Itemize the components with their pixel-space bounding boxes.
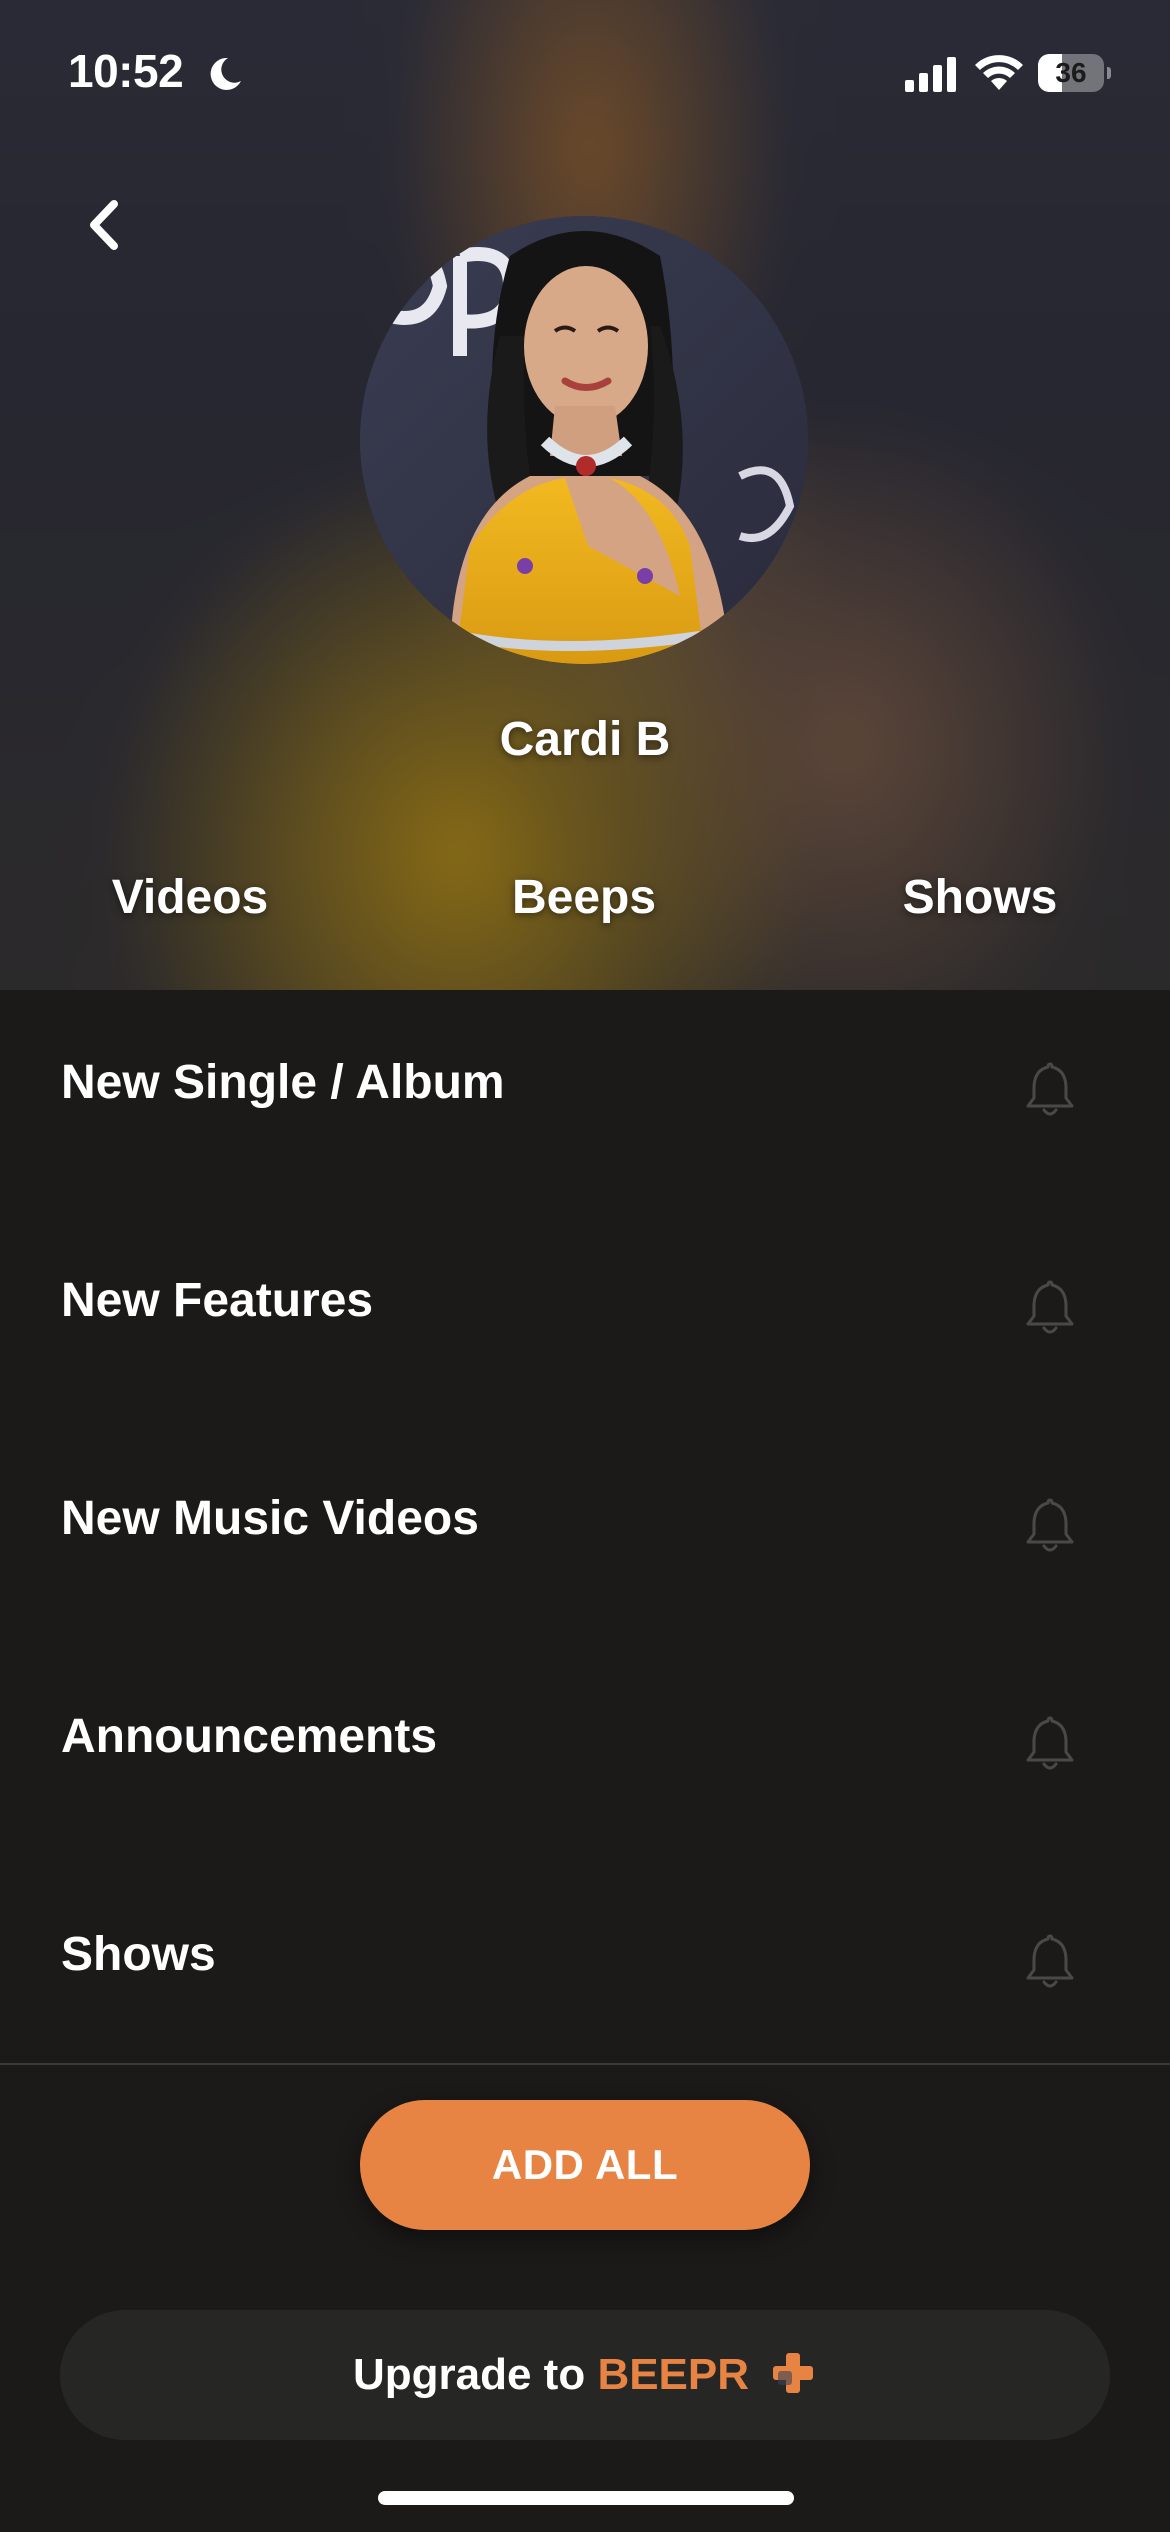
upgrade-text: Upgrade to BEEPR <box>60 2310 1110 2440</box>
list-item-label: Shows <box>61 1928 216 1981</box>
hero-header: 10:52 36 Cardi B Videos Beeps Shows <box>0 0 1170 990</box>
list-item-new-features[interactable]: New Features <box>0 1208 1170 1426</box>
bell-icon[interactable] <box>1018 1930 1082 1994</box>
bell-icon[interactable] <box>1018 1276 1082 1340</box>
artist-photo <box>360 216 808 664</box>
artist-screen: 10:52 36 Cardi B Videos Beeps Shows New … <box>0 0 1170 2532</box>
chevron-left-icon[interactable] <box>70 190 140 260</box>
list-item-label: New Features <box>61 1274 374 1327</box>
battery-cap <box>1107 67 1111 79</box>
list-item-shows[interactable]: Shows <box>0 1862 1170 2080</box>
artist-name: Cardi B <box>499 713 671 766</box>
list-item-label: New Music Videos <box>61 1492 479 1545</box>
status-time: 10:52 <box>68 45 184 97</box>
plus-icon <box>773 2353 814 2394</box>
upgrade-prefix: Upgrade to <box>352 2350 586 2399</box>
avatar <box>360 216 808 664</box>
signal-icon <box>905 57 956 92</box>
bell-icon[interactable] <box>1018 1712 1082 1776</box>
list-item-new-single-album[interactable]: New Single / Album <box>0 990 1170 1208</box>
upgrade-brand: BEEPR <box>597 2350 750 2399</box>
battery-icon: 36 <box>1038 54 1111 92</box>
list-item-new-music-videos[interactable]: New Music Videos <box>0 1426 1170 1644</box>
tab-beeps[interactable]: Beeps <box>434 870 734 925</box>
tab-shows[interactable]: Shows <box>830 870 1130 925</box>
wifi-icon <box>975 55 1023 90</box>
upgrade-button[interactable]: Upgrade to BEEPR <box>60 2310 1110 2440</box>
home-indicator <box>378 2491 794 2505</box>
add-all-button[interactable]: ADD ALL <box>360 2100 810 2230</box>
divider <box>0 2063 1170 2065</box>
battery-body: 36 <box>1038 54 1104 92</box>
status-bar: 10:52 36 <box>0 0 1170 150</box>
list-item-announcements[interactable]: Announcements <box>0 1644 1170 1862</box>
bell-icon[interactable] <box>1018 1058 1082 1122</box>
list-item-label: Announcements <box>61 1710 438 1763</box>
moon-icon <box>210 57 241 90</box>
battery-level: 36 <box>1055 57 1087 88</box>
bell-icon[interactable] <box>1018 1494 1082 1558</box>
tab-videos[interactable]: Videos <box>40 870 340 925</box>
list-item-label: New Single / Album <box>61 1056 505 1109</box>
